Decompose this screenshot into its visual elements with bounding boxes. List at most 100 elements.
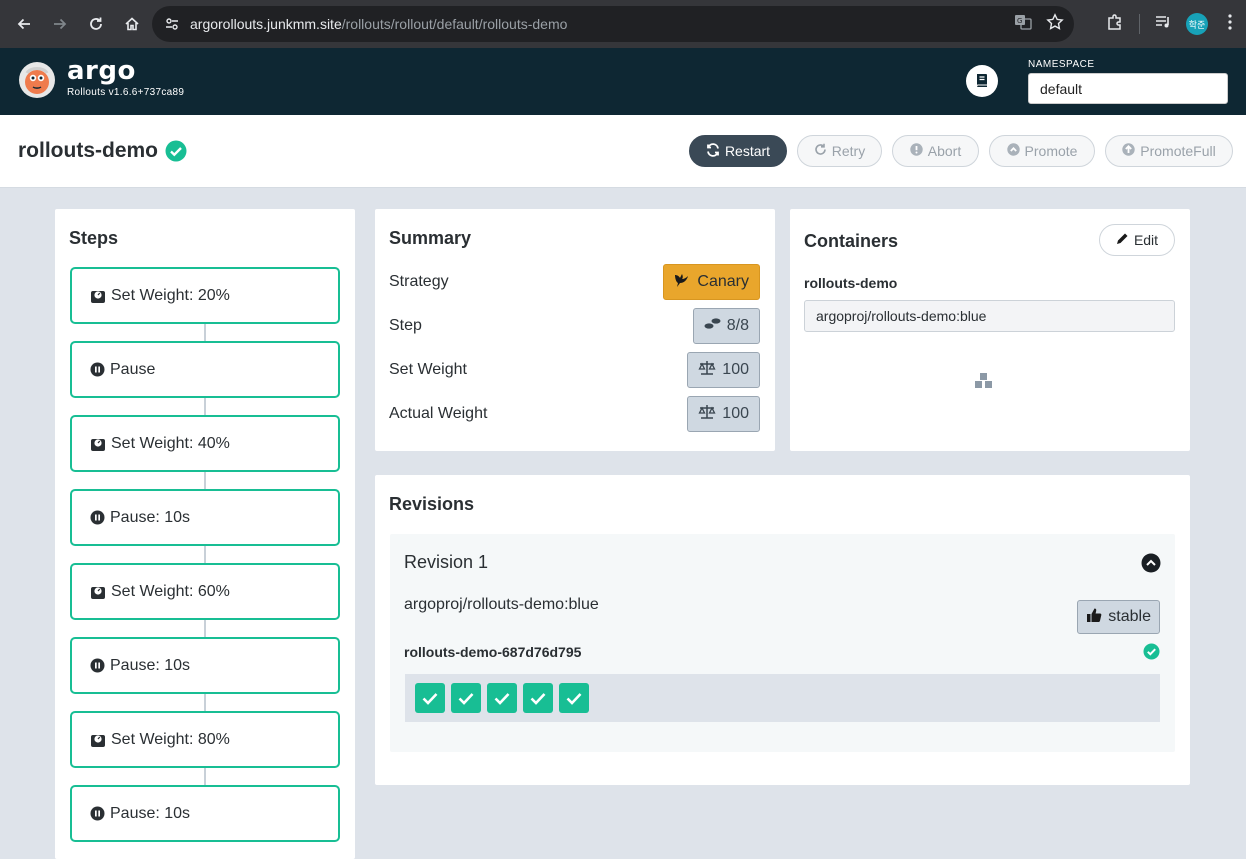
abort-icon bbox=[910, 143, 923, 159]
browser-nav bbox=[6, 6, 150, 42]
step-badge: 8/8 bbox=[692, 308, 760, 344]
back-icon[interactable] bbox=[6, 6, 42, 42]
reload-icon[interactable] bbox=[78, 6, 114, 42]
containers-title: Containers bbox=[804, 231, 899, 251]
restart-icon bbox=[706, 142, 720, 160]
pod-ready-icon[interactable] bbox=[487, 683, 517, 713]
revision-image: argoproj/rollouts-demo:blue bbox=[404, 596, 599, 613]
url-host: argorollouts.junkmm.site bbox=[190, 16, 342, 32]
step-label: Set Weight: 60% bbox=[111, 582, 230, 600]
steps-panel: Steps Set Weight: 20% Pause Set Weight: … bbox=[55, 209, 355, 859]
step-connector bbox=[204, 767, 206, 785]
bookmark-star-icon[interactable] bbox=[1046, 12, 1064, 36]
stable-label: stable bbox=[1108, 608, 1151, 625]
step-item[interactable]: Pause: 10s bbox=[70, 785, 340, 842]
profile-avatar[interactable]: 학준 bbox=[1186, 13, 1208, 35]
step-label: Pause bbox=[110, 360, 156, 378]
step-label: Pause: 10s bbox=[110, 508, 191, 526]
browser-menu-icon[interactable] bbox=[1222, 13, 1238, 36]
step-item[interactable]: Pause bbox=[70, 341, 340, 398]
weight-icon bbox=[90, 732, 106, 748]
step-connector bbox=[204, 619, 206, 637]
revisions-panel: Revisions Revision 1 argoproj/rollouts-d… bbox=[375, 475, 1190, 785]
stable-badge: stable bbox=[1077, 600, 1160, 634]
summary-title: Summary bbox=[389, 228, 472, 248]
promote-label: Promote bbox=[1024, 143, 1078, 159]
abort-button[interactable]: Abort bbox=[892, 135, 979, 167]
version-label: Rollouts v1.6.6+737ca89 bbox=[67, 87, 185, 98]
media-control-icon[interactable] bbox=[1154, 13, 1172, 36]
weight-icon bbox=[90, 288, 106, 304]
forward-icon[interactable] bbox=[42, 6, 78, 42]
translate-icon[interactable]: G bbox=[1014, 13, 1032, 36]
edit-button[interactable]: Edit bbox=[1099, 224, 1175, 256]
docs-book-icon[interactable] bbox=[966, 65, 998, 97]
pause-icon bbox=[90, 362, 105, 377]
address-bar[interactable]: argorollouts.junkmm.site/rollouts/rollou… bbox=[152, 6, 1074, 42]
retry-icon bbox=[814, 143, 827, 159]
set-weight-badge: 100 bbox=[687, 352, 760, 388]
promote-full-icon bbox=[1122, 143, 1135, 159]
strategy-label: Strategy bbox=[389, 273, 449, 290]
edit-label: Edit bbox=[1133, 232, 1159, 248]
canary-bird-icon bbox=[674, 272, 691, 293]
site-settings-icon[interactable] bbox=[162, 14, 182, 34]
pod-ready-icon[interactable] bbox=[451, 683, 481, 713]
extensions-icon[interactable] bbox=[1105, 12, 1125, 37]
step-connector bbox=[204, 693, 206, 711]
pause-icon bbox=[90, 806, 105, 821]
step-connector bbox=[204, 545, 206, 563]
retry-button[interactable]: Retry bbox=[797, 135, 882, 167]
step-item[interactable]: Pause: 10s bbox=[70, 637, 340, 694]
step-connector bbox=[204, 397, 206, 415]
step-item[interactable]: Set Weight: 20% bbox=[70, 267, 340, 324]
retry-label: Retry bbox=[831, 143, 866, 159]
revision-card: Revision 1 argoproj/rollouts-demo:blue s… bbox=[390, 534, 1175, 752]
pod-ready-icon[interactable] bbox=[415, 683, 445, 713]
steps-title: Steps bbox=[69, 228, 119, 248]
omnibox-actions: G bbox=[1014, 6, 1064, 42]
step-item[interactable]: Set Weight: 60% bbox=[70, 563, 340, 620]
step-label: Set Weight: 20% bbox=[111, 286, 230, 304]
balance-scale-icon bbox=[698, 404, 716, 425]
app-header: argo Rollouts v1.6.6+737ca89 NAMESPACE bbox=[0, 48, 1246, 115]
cubes-icon bbox=[974, 372, 994, 395]
page-title: rollouts-demo bbox=[18, 139, 158, 162]
weight-icon bbox=[90, 584, 106, 600]
step-value: 8/8 bbox=[726, 317, 749, 334]
actual-weight-label: Actual Weight bbox=[389, 405, 488, 422]
shoe-prints-icon bbox=[704, 317, 721, 336]
actual-weight-badge: 100 bbox=[687, 396, 760, 432]
step-item[interactable]: Set Weight: 80% bbox=[70, 711, 340, 768]
abort-label: Abort bbox=[927, 143, 962, 159]
home-icon[interactable] bbox=[114, 6, 150, 42]
step-label: Pause: 10s bbox=[110, 804, 191, 822]
step-connector bbox=[204, 323, 206, 341]
container-image-field[interactable]: argoproj/rollouts-demo:blue bbox=[804, 300, 1175, 332]
url-text: argorollouts.junkmm.site/rollouts/rollou… bbox=[190, 16, 567, 32]
step-item[interactable]: Pause: 10s bbox=[70, 489, 340, 546]
strategy-badge: Canary bbox=[663, 264, 760, 300]
argo-logo-icon[interactable] bbox=[18, 61, 56, 99]
namespace-input[interactable] bbox=[1028, 73, 1228, 104]
toolbar-separator bbox=[1139, 14, 1140, 34]
promote-icon bbox=[1006, 143, 1020, 159]
pod-ready-icon[interactable] bbox=[523, 683, 553, 713]
restart-button[interactable]: Restart bbox=[689, 135, 787, 167]
url-path: /rollouts/rollout/default/rollouts-demo bbox=[341, 16, 568, 32]
replicaset-name: rollouts-demo-687d76d795 bbox=[404, 644, 582, 660]
promote-full-button[interactable]: PromoteFull bbox=[1105, 135, 1233, 167]
thumbs-up-icon bbox=[1086, 607, 1102, 628]
svg-text:G: G bbox=[1017, 17, 1022, 25]
promote-button[interactable]: Promote bbox=[989, 135, 1095, 167]
restart-label: Restart bbox=[724, 143, 771, 159]
revisions-title: Revisions bbox=[389, 494, 475, 514]
step-item[interactable]: Set Weight: 40% bbox=[70, 415, 340, 472]
step-label: Pause: 10s bbox=[110, 656, 191, 674]
pod-ready-icon[interactable] bbox=[559, 683, 589, 713]
brand-name: argo bbox=[67, 56, 136, 86]
replicaset-healthy-icon bbox=[1143, 643, 1160, 660]
chevron-up-icon[interactable] bbox=[1141, 553, 1161, 573]
summary-panel: Summary Strategy Canary Step 8/8 Set Wei… bbox=[375, 209, 775, 451]
step-label: Step bbox=[389, 317, 422, 334]
